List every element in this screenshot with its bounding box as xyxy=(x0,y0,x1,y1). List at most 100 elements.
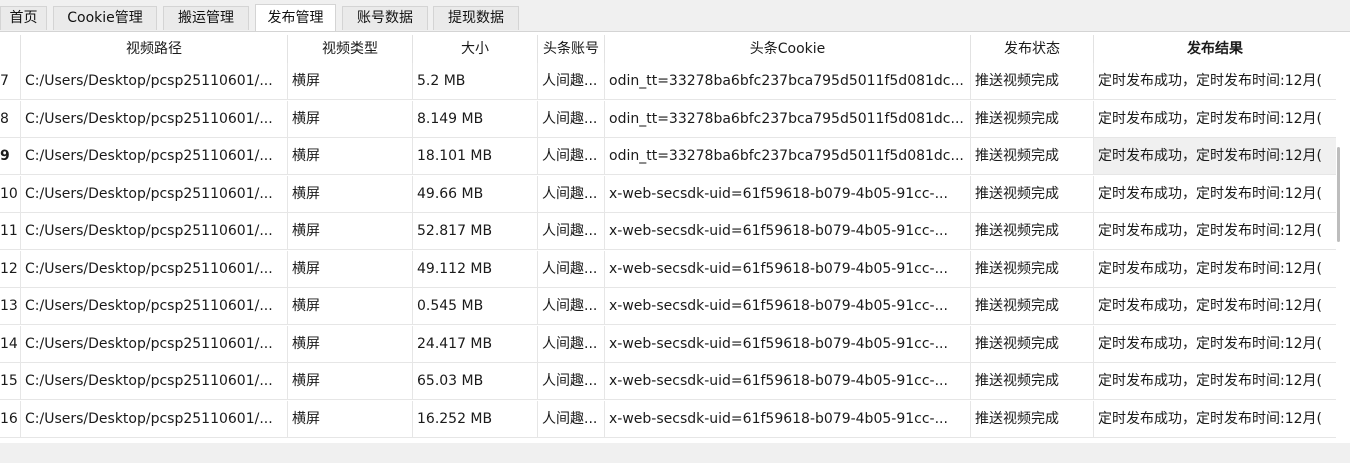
tab-cookie-management[interactable]: Cookie管理 xyxy=(53,6,157,30)
cell-video-type[interactable]: 横屏 xyxy=(288,63,413,99)
row-number[interactable]: 9 xyxy=(0,138,21,174)
table-row[interactable]: 12 C:/Users/Desktop/pcsp25110601/... 横屏 49.… xyxy=(0,250,1336,288)
cell-video-type[interactable]: 横屏 xyxy=(288,363,413,399)
cell-toutiao-cookie[interactable]: x-web-secsdk-uid=61f59618-b079-4b05-91cc… xyxy=(605,213,971,249)
header-toutiao-cookie[interactable]: 头条Cookie xyxy=(605,35,971,63)
cell-size[interactable]: 24.417 MB xyxy=(413,325,538,362)
cell-size[interactable]: 5.2 MB xyxy=(413,63,538,99)
cell-size[interactable]: 52.817 MB xyxy=(413,213,538,249)
tab-publish-management[interactable]: 发布管理 xyxy=(255,4,336,32)
cell-size[interactable]: 8.149 MB xyxy=(413,100,538,137)
cell-publish-result[interactable]: 定时发布成功，定时发布时间:12月( xyxy=(1094,213,1336,249)
cell-video-path[interactable]: C:/Users/Desktop/pcsp25110601/... xyxy=(21,100,288,137)
cell-publish-status[interactable]: 推送视频完成 xyxy=(971,100,1094,137)
cell-toutiao-account[interactable]: 人间趣... xyxy=(538,325,605,362)
header-publish-status[interactable]: 发布状态 xyxy=(971,35,1094,63)
tab-withdraw-data[interactable]: 提现数据 xyxy=(433,6,519,30)
cell-toutiao-cookie[interactable]: odin_tt=33278ba6bfc237bca795d5011f5d081d… xyxy=(605,63,971,99)
table-row[interactable]: 16 C:/Users/Desktop/pcsp25110601/... 横屏 16.… xyxy=(0,400,1336,438)
cell-toutiao-account[interactable]: 人间趣... xyxy=(538,100,605,137)
cell-size[interactable]: 65.03 MB xyxy=(413,363,538,399)
table-row[interactable]: 15 C:/Users/Desktop/pcsp25110601/... 横屏 65.… xyxy=(0,363,1336,400)
table-row[interactable]: 7 C:/Users/Desktop/pcsp25110601/... 横屏 5.2 … xyxy=(0,63,1336,100)
cell-video-type[interactable]: 横屏 xyxy=(288,138,413,174)
cell-toutiao-cookie[interactable]: x-web-secsdk-uid=61f59618-b079-4b05-91cc… xyxy=(605,363,971,399)
cell-publish-status[interactable]: 推送视频完成 xyxy=(971,325,1094,362)
cell-toutiao-account[interactable]: 人间趣... xyxy=(538,175,605,212)
row-number[interactable]: 13 xyxy=(0,288,21,324)
cell-toutiao-account[interactable]: 人间趣... xyxy=(538,250,605,287)
cell-toutiao-cookie[interactable]: odin_tt=33278ba6bfc237bca795d5011f5d081d… xyxy=(605,138,971,174)
cell-toutiao-cookie[interactable]: x-web-secsdk-uid=61f59618-b079-4b05-91cc… xyxy=(605,325,971,362)
cell-toutiao-cookie[interactable]: x-web-secsdk-uid=61f59618-b079-4b05-91cc… xyxy=(605,175,971,212)
cell-toutiao-account[interactable]: 人间趣... xyxy=(538,363,605,399)
cell-video-path[interactable]: C:/Users/Desktop/pcsp25110601/... xyxy=(21,363,288,399)
cell-video-path[interactable]: C:/Users/Desktop/pcsp25110601/... xyxy=(21,213,288,249)
row-number[interactable]: 12 xyxy=(0,250,21,287)
cell-publish-status[interactable]: 推送视频完成 xyxy=(971,175,1094,212)
cell-video-type[interactable]: 横屏 xyxy=(288,175,413,212)
cell-video-type[interactable]: 横屏 xyxy=(288,325,413,362)
table-row[interactable]: 9 C:/Users/Desktop/pcsp25110601/... 横屏 18.1… xyxy=(0,138,1336,175)
cell-video-path[interactable]: C:/Users/Desktop/pcsp25110601/... xyxy=(21,400,288,437)
cell-video-path[interactable]: C:/Users/Desktop/pcsp25110601/... xyxy=(21,138,288,174)
row-number[interactable]: 10 xyxy=(0,175,21,212)
cell-publish-result[interactable]: 定时发布成功，定时发布时间:12月( xyxy=(1094,401,1336,437)
cell-video-path[interactable]: C:/Users/Desktop/pcsp25110601/... xyxy=(21,175,288,212)
tab-transfer-management[interactable]: 搬运管理 xyxy=(163,6,249,30)
cell-publish-result[interactable]: 定时发布成功，定时发布时间:12月( xyxy=(1094,326,1336,362)
cell-toutiao-cookie[interactable]: x-web-secsdk-uid=61f59618-b079-4b05-91cc… xyxy=(605,400,971,437)
cell-video-path[interactable]: C:/Users/Desktop/pcsp25110601/... xyxy=(21,250,288,287)
row-number[interactable]: 16 xyxy=(0,400,21,437)
cell-video-type[interactable]: 横屏 xyxy=(288,400,413,437)
cell-size[interactable]: 49.66 MB xyxy=(413,175,538,212)
cell-toutiao-account[interactable]: 人间趣... xyxy=(538,63,605,99)
cell-publish-result[interactable]: 定时发布成功，定时发布时间:12月( xyxy=(1094,63,1336,99)
tab-home[interactable]: 首页 xyxy=(0,6,47,30)
row-number[interactable]: 15 xyxy=(0,363,21,399)
cell-video-type[interactable]: 横屏 xyxy=(288,213,413,249)
cell-toutiao-cookie[interactable]: x-web-secsdk-uid=61f59618-b079-4b05-91cc… xyxy=(605,288,971,324)
row-number[interactable]: 7 xyxy=(0,63,21,99)
cell-video-path[interactable]: C:/Users/Desktop/pcsp25110601/... xyxy=(21,325,288,362)
table-row[interactable]: 10 C:/Users/Desktop/pcsp25110601/... 横屏 49.… xyxy=(0,175,1336,213)
cell-publish-status[interactable]: 推送视频完成 xyxy=(971,63,1094,99)
table-row[interactable]: 13 C:/Users/Desktop/pcsp25110601/... 横屏 0.5… xyxy=(0,288,1336,325)
vertical-scrollbar[interactable] xyxy=(1337,147,1340,242)
cell-publish-result[interactable]: 定时发布成功，定时发布时间:12月( xyxy=(1094,176,1336,212)
cell-video-type[interactable]: 横屏 xyxy=(288,100,413,137)
header-toutiao-account[interactable]: 头条账号 xyxy=(538,35,605,63)
cell-toutiao-cookie[interactable]: odin_tt=33278ba6bfc237bca795d5011f5d081d… xyxy=(605,100,971,137)
cell-publish-status[interactable]: 推送视频完成 xyxy=(971,400,1094,437)
cell-publish-result[interactable]: 定时发布成功，定时发布时间:12月( xyxy=(1094,101,1336,137)
cell-size[interactable]: 16.252 MB xyxy=(413,400,538,437)
cell-publish-status[interactable]: 推送视频完成 xyxy=(971,250,1094,287)
cell-publish-status[interactable]: 推送视频完成 xyxy=(971,288,1094,324)
cell-publish-status[interactable]: 推送视频完成 xyxy=(971,138,1094,174)
table-row[interactable]: 14 C:/Users/Desktop/pcsp25110601/... 横屏 24.… xyxy=(0,325,1336,363)
table-row[interactable]: 8 C:/Users/Desktop/pcsp25110601/... 横屏 8.14… xyxy=(0,100,1336,138)
table-row[interactable]: 11 C:/Users/Desktop/pcsp25110601/... 横屏 52.… xyxy=(0,213,1336,250)
cell-toutiao-account[interactable]: 人间趣... xyxy=(538,138,605,174)
row-number[interactable]: 14 xyxy=(0,325,21,362)
row-number[interactable]: 11 xyxy=(0,213,21,249)
cell-toutiao-account[interactable]: 人间趣... xyxy=(538,288,605,324)
cell-toutiao-account[interactable]: 人间趣... xyxy=(538,400,605,437)
cell-publish-result[interactable]: 定时发布成功，定时发布时间:12月( xyxy=(1094,288,1336,324)
header-video-type[interactable]: 视频类型 xyxy=(288,35,413,63)
cell-publish-status[interactable]: 推送视频完成 xyxy=(971,213,1094,249)
tab-account-data[interactable]: 账号数据 xyxy=(342,6,428,30)
cell-toutiao-account[interactable]: 人间趣... xyxy=(538,213,605,249)
header-publish-result[interactable]: 发布结果 xyxy=(1094,35,1336,63)
cell-publish-result[interactable]: 定时发布成功，定时发布时间:12月( xyxy=(1094,363,1336,399)
cell-publish-result[interactable]: 定时发布成功，定时发布时间:12月( xyxy=(1094,251,1336,287)
header-size[interactable]: 大小 xyxy=(413,35,538,63)
row-number[interactable]: 8 xyxy=(0,100,21,137)
cell-video-path[interactable]: C:/Users/Desktop/pcsp25110601/... xyxy=(21,63,288,99)
cell-video-type[interactable]: 横屏 xyxy=(288,288,413,324)
cell-publish-status[interactable]: 推送视频完成 xyxy=(971,363,1094,399)
cell-toutiao-cookie[interactable]: x-web-secsdk-uid=61f59618-b079-4b05-91cc… xyxy=(605,250,971,287)
cell-size[interactable]: 0.545 MB xyxy=(413,288,538,324)
cell-video-type[interactable]: 横屏 xyxy=(288,250,413,287)
cell-video-path[interactable]: C:/Users/Desktop/pcsp25110601/... xyxy=(21,288,288,324)
